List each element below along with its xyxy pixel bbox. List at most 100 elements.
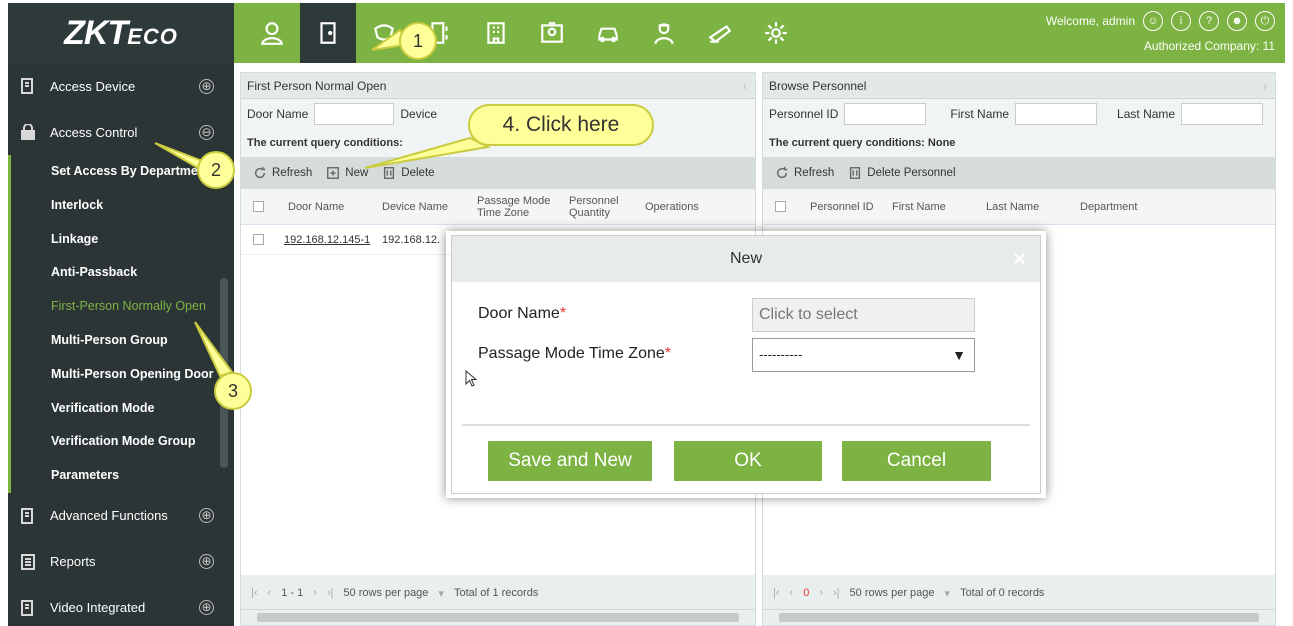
sidebar-item-access-control[interactable]: Access Control ⊖ [8, 109, 234, 155]
prev-page-icon[interactable]: ‹ [268, 587, 272, 599]
cancel-button[interactable]: Cancel [842, 441, 991, 481]
sidebar-subitem-parameters[interactable]: Parameters [11, 459, 234, 493]
user-profile-icon[interactable]: ☺ [1143, 11, 1163, 31]
chevron-down-icon[interactable]: ▾ [945, 587, 951, 600]
door-name-filter-input[interactable] [314, 103, 395, 125]
required-mark: * [559, 305, 567, 322]
column-header[interactable]: Device Name [372, 201, 467, 213]
sidebar-item-label: Access Device [50, 78, 136, 94]
device-filter-label: Device [400, 107, 438, 121]
door-name-label-text: Door Name [478, 305, 560, 322]
patrol-module-icon[interactable] [692, 3, 748, 63]
sidebar-subitem-linkage[interactable]: Linkage [11, 223, 234, 257]
expand-icon[interactable]: ⊕ [199, 600, 214, 616]
expand-icon[interactable]: ⊕ [199, 508, 214, 524]
save-and-new-button[interactable]: Save and New [488, 441, 652, 481]
sidebar-subitem-first-person-normally-open[interactable]: First-Person Normally Open [11, 290, 234, 324]
first-page-icon[interactable]: |‹ [251, 587, 258, 599]
collapse-arrow-icon[interactable]: › [1263, 73, 1267, 99]
info-icon[interactable]: i [1171, 11, 1191, 31]
column-header[interactable]: Department [1070, 201, 1137, 213]
horizontal-scrollbar[interactable] [241, 609, 755, 625]
rows-per-page-select[interactable]: 50 rows per page [343, 587, 428, 599]
guard-module-icon[interactable] [636, 3, 692, 63]
delete-personnel-button[interactable]: Delete Personnel [848, 166, 956, 180]
dropdown-arrow-icon[interactable]: ▼ [952, 339, 966, 371]
help-icon[interactable]: ? [1199, 11, 1219, 31]
collapse-arrow-icon[interactable]: ‹ [743, 73, 747, 99]
dialog-divider [462, 424, 1030, 426]
ok-button[interactable]: OK [674, 441, 822, 481]
sidebar-item-reports[interactable]: Reports ⊕ [8, 539, 234, 585]
door-name-label: Door Name* [478, 305, 566, 323]
last-page-icon[interactable]: ›| [327, 587, 334, 599]
pagination: |‹ ‹ 1 - 1 › ›| 50 rows per page ▾ Total… [241, 579, 755, 607]
sidebar-subitem-multi-person-opening-door[interactable]: Multi-Person Opening Door [11, 358, 234, 392]
new-button[interactable]: New [326, 166, 368, 180]
dialog-title: New [729, 250, 762, 267]
page-number[interactable]: 0 [803, 587, 809, 599]
dialog-header: New × [452, 236, 1040, 282]
time-zone-select[interactable]: ---------- ▼ [752, 338, 975, 372]
column-header[interactable]: Personnel Quantity [559, 195, 635, 219]
sidebar-subitem-interlock[interactable]: Interlock [11, 189, 234, 223]
personnel-id-filter-input[interactable] [844, 103, 927, 125]
select-all-checkbox[interactable] [775, 201, 786, 212]
expand-icon[interactable]: ⊕ [199, 554, 214, 570]
refresh-button[interactable]: Refresh [775, 166, 834, 180]
delete-icon [384, 167, 395, 179]
logo-subtext: ECO [127, 23, 178, 49]
row-checkbox[interactable] [253, 234, 264, 245]
next-page-icon[interactable]: › [819, 587, 823, 599]
personnel-module-icon[interactable] [244, 3, 300, 63]
collapse-icon[interactable]: ⊖ [199, 124, 214, 140]
first-name-filter-input[interactable] [1015, 103, 1098, 125]
gear-icon[interactable] [748, 3, 804, 63]
callout-step-1: 1 [399, 22, 437, 60]
sidebar-item-access-device[interactable]: Access Device ⊕ [8, 63, 234, 109]
sidebar-subitem-verification-mode[interactable]: Verification Mode [11, 392, 234, 426]
expand-icon[interactable]: ⊕ [199, 78, 214, 94]
power-icon[interactable]: ⏻ [1255, 11, 1275, 31]
callout-step-4: 4. Click here [468, 104, 654, 146]
door-name-link[interactable]: 192.168.12.145-1 [264, 234, 372, 246]
column-header[interactable]: Operations [635, 201, 699, 213]
panel-title-text: First Person Normal Open [247, 79, 387, 93]
column-header[interactable]: Door Name [264, 201, 372, 213]
rows-per-page-select[interactable]: 50 rows per page [850, 587, 935, 599]
account-icon[interactable]: ☻ [1227, 11, 1247, 31]
column-header[interactable]: Personnel ID [786, 201, 882, 213]
building-module-icon[interactable] [468, 3, 524, 63]
sidebar-item-video-integrated[interactable]: Video Integrated ⊕ [8, 585, 234, 626]
door-name-field[interactable]: Click to select [752, 298, 975, 332]
first-page-icon[interactable]: |‹ [773, 587, 780, 599]
welcome-text: Welcome, admin [1045, 14, 1135, 28]
last-name-filter-input[interactable] [1181, 103, 1264, 125]
delete-button[interactable]: Delete [382, 166, 435, 180]
total-records: Total of 0 records [960, 587, 1045, 599]
close-icon[interactable]: × [1013, 236, 1026, 282]
toolbar: Refresh New Delete [241, 157, 755, 189]
sidebar-subitem-verification-mode-group[interactable]: Verification Mode Group [11, 425, 234, 459]
select-all-checkbox[interactable] [253, 201, 264, 212]
column-header[interactable]: First Name [882, 201, 976, 213]
badge-module-icon[interactable] [524, 3, 580, 63]
car-module-icon[interactable] [580, 3, 636, 63]
horizontal-scrollbar[interactable] [763, 609, 1275, 625]
sidebar-item-label: Advanced Functions [50, 508, 168, 524]
sidebar-item-advanced-functions[interactable]: Advanced Functions ⊕ [8, 493, 234, 539]
prev-page-icon[interactable]: ‹ [790, 587, 794, 599]
chevron-down-icon[interactable]: ▾ [438, 587, 444, 600]
new-dialog: New × Door Name* Click to select Passage… [451, 235, 1041, 494]
sidebar-subitem-multi-person-group[interactable]: Multi-Person Group [11, 324, 234, 358]
panel-title-text: Browse Personnel [769, 79, 867, 93]
refresh-button[interactable]: Refresh [253, 166, 312, 180]
access-module-icon[interactable] [300, 3, 356, 63]
next-page-icon[interactable]: › [313, 587, 317, 599]
video-icon [18, 598, 38, 618]
sidebar-subitem-anti-passback[interactable]: Anti-Passback [11, 256, 234, 290]
column-header[interactable]: Passage Mode Time Zone [467, 195, 559, 219]
column-header[interactable]: Last Name [976, 201, 1070, 213]
last-page-icon[interactable]: ›| [833, 587, 840, 599]
time-zone-label-text: Passage Mode Time Zone [478, 345, 665, 362]
